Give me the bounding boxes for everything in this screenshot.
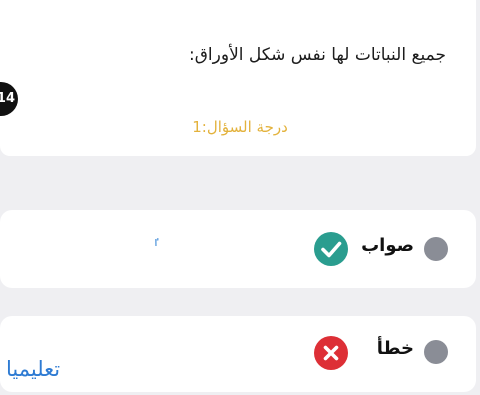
quiz-screen: جميع النباتات لها نفس شكل الأوراق: 14 در…: [0, 0, 480, 395]
question-grade: درجة السؤال:1: [192, 118, 288, 136]
close-icon: [314, 336, 348, 370]
answer-option-true[interactable]: صواب ٵ: [0, 210, 476, 288]
radio-button-true[interactable]: [424, 237, 448, 261]
answer-label-false: خطأ: [376, 338, 414, 359]
question-card: جميع النباتات لها نفس شكل الأوراق: 14 در…: [0, 0, 476, 156]
question-text: جميع النباتات لها نفس شكل الأوراق:: [189, 45, 446, 65]
watermark-text: تعليميا: [6, 357, 61, 381]
answer-label-true: صواب: [361, 235, 414, 256]
radio-button-false[interactable]: [424, 340, 448, 364]
check-icon: [314, 232, 348, 266]
question-number-badge: 14: [0, 82, 18, 116]
answer-option-false[interactable]: خطأ: [0, 316, 476, 392]
stray-mark: ٵ: [153, 238, 159, 249]
